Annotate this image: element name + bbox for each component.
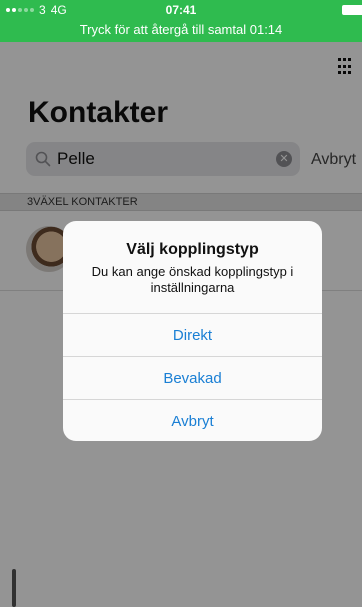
alert-title: Välj kopplingstyp [126,241,259,258]
supervised-button[interactable]: Bevakad [63,356,322,399]
alert-message: Du kan ange önskad kopplingstyp i instäl… [91,264,294,295]
status-bar[interactable]: 3 4G 07:41 Tryck för att återgå till sam… [0,0,362,42]
direct-button[interactable]: Direkt [63,313,322,356]
return-to-call-banner[interactable]: Tryck för att återgå till samtal 01:14 [0,22,362,37]
battery-icon [342,5,362,15]
connection-type-alert: Välj kopplingstyp Du kan ange önskad kop… [63,221,322,441]
status-time: 07:41 [165,3,197,17]
status-row: 3 4G 07:41 [0,3,362,19]
contacts-screen: 3 4G 07:41 Tryck för att återgå till sam… [0,0,362,607]
alert-cancel-button[interactable]: Avbryt [63,399,322,441]
